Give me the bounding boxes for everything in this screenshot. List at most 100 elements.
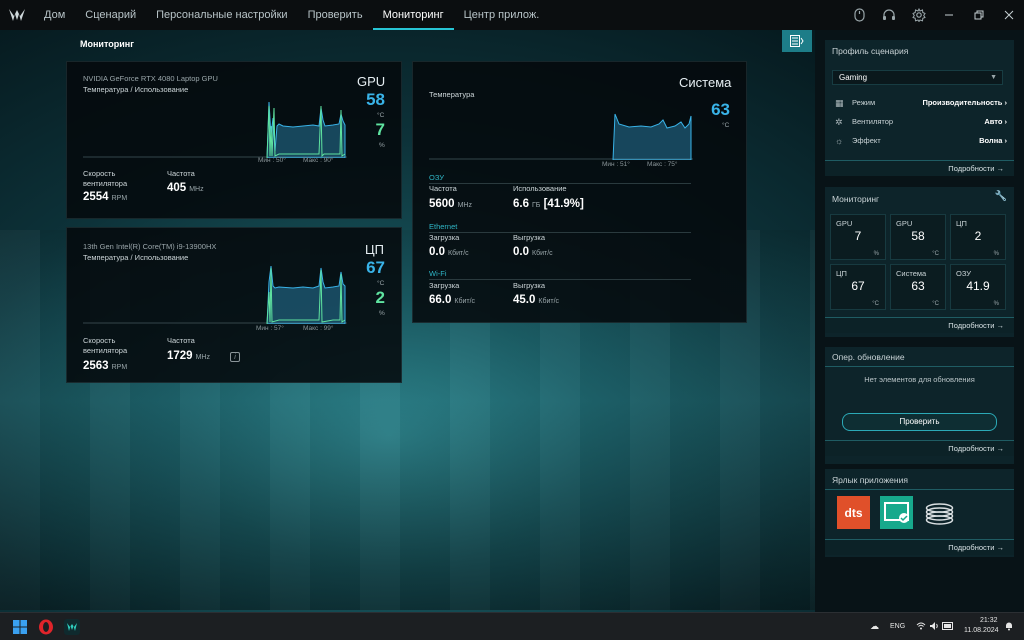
- close-button[interactable]: [994, 0, 1024, 30]
- clock-time[interactable]: 21:32: [980, 617, 998, 624]
- predator-sense-taskbar-icon[interactable]: [64, 619, 80, 635]
- gpu-usage-unit: %: [379, 142, 385, 149]
- cpu-freq-label: Частота: [167, 336, 195, 345]
- mode-value: Производительность ›: [922, 98, 1007, 107]
- system-min-label: Мин : 51°: [602, 161, 630, 168]
- wrench-icon[interactable]: 🔧: [995, 191, 1007, 202]
- system-temp-label: Температура: [429, 90, 475, 99]
- taskbar: ☁ ENG 21:32 11.08.2024: [0, 612, 1024, 640]
- monitoring-details-link[interactable]: Подробности →: [825, 317, 1014, 333]
- profile-row-mode[interactable]: ▦ Режим Производительность ›: [835, 98, 1007, 110]
- wifi-icon[interactable]: [916, 621, 926, 633]
- volume-icon[interactable]: [929, 621, 939, 633]
- cpu-fan-value: 2563 RPM: [83, 360, 128, 372]
- cpu-title: ЦП: [365, 242, 384, 257]
- gpu-freq-label: Частота: [167, 169, 195, 178]
- monitor-app-icon[interactable]: [880, 496, 913, 529]
- gpu-device-name: NVIDIA GeForce RTX 4080 Laptop GPU: [83, 74, 218, 83]
- cpu-fan-label: Скорость вентилятора: [83, 336, 128, 355]
- profile-title: Профиль сценария: [832, 46, 909, 56]
- nav-personal-settings[interactable]: Персональные настройки: [146, 0, 297, 30]
- gpu-temp-value: 58: [366, 90, 385, 109]
- cpu-min-label: Мин : 57°: [256, 325, 284, 332]
- ram-freq-value: 5600 MHz: [429, 198, 472, 210]
- page-title: Мониторинг: [80, 39, 134, 49]
- divider: [429, 279, 691, 280]
- updates-details-link[interactable]: Подробности →: [825, 440, 1014, 456]
- live-update-section: Опер. обновление Нет элементов для обнов…: [825, 347, 1014, 464]
- cpu-card: 13th Gen Intel(R) Core(TM) i9-13900HX Те…: [66, 227, 402, 383]
- profile-details-link[interactable]: Подробности →: [825, 160, 1014, 176]
- profile-select[interactable]: Gaming ▼: [832, 70, 1003, 85]
- live-update-title: Опер. обновление: [832, 352, 905, 362]
- clock-date[interactable]: 11.08.2024: [964, 627, 999, 634]
- eth-upload-label: Выгрузка: [513, 233, 546, 242]
- divider: [825, 366, 1014, 367]
- tile-gpu-usage: GPU 7%: [830, 214, 886, 260]
- windows-start-icon[interactable]: [12, 619, 28, 635]
- gpu-max-label: Макс : 90°: [303, 157, 334, 164]
- headset-icon[interactable]: [874, 0, 904, 30]
- cpu-temp-unit: °C: [377, 280, 385, 287]
- collapse-panel-button[interactable]: [782, 30, 812, 52]
- restore-button[interactable]: [964, 0, 994, 30]
- dts-icon[interactable]: dts: [837, 496, 870, 529]
- eth-download-value: 0.0 Кбит/с: [429, 246, 469, 258]
- gpu-usage-graph: [83, 101, 347, 158]
- cpu-temp-value: 67: [366, 258, 385, 277]
- predator-logo-icon[interactable]: [0, 0, 34, 30]
- mouse-icon[interactable]: [844, 0, 874, 30]
- gpu-title: GPU: [357, 74, 386, 89]
- nav-scenario[interactable]: Сценарий: [75, 0, 146, 30]
- gear-icon[interactable]: [904, 0, 934, 30]
- system-temp-unit: °C: [722, 122, 730, 129]
- cpu-device-name: 13th Gen Intel(R) Core(TM) i9-13900HX: [83, 242, 217, 251]
- wifi-download-label: Загрузка: [429, 281, 460, 290]
- cpu-max-label: Макс : 99°: [303, 325, 334, 332]
- nav-app-center[interactable]: Центр прилож.: [454, 0, 550, 30]
- wifi-upload-label: Выгрузка: [513, 281, 546, 290]
- tile-cpu-temp: ЦП 67 °C: [830, 264, 886, 310]
- app-shortcuts-title: Ярлык приложения: [832, 475, 908, 485]
- notification-icon[interactable]: [1004, 621, 1014, 633]
- top-navigation-bar: Дом Сценарий Персональные настройки Пров…: [0, 0, 1024, 30]
- system-temp-graph: [429, 113, 693, 160]
- cpu-usage-graph: [83, 265, 347, 324]
- battery-icon[interactable]: [942, 622, 954, 632]
- weather-icon[interactable]: ☁: [870, 621, 879, 632]
- info-icon[interactable]: i: [230, 352, 240, 362]
- fan-icon: ✲: [835, 117, 843, 127]
- gpu-temp-unit: °C: [377, 112, 385, 119]
- light-effect-icon: ☼: [835, 136, 844, 146]
- ram-usage-value: 6.6 ГБ [41.9%]: [513, 198, 584, 210]
- check-updates-button[interactable]: Проверить: [842, 413, 997, 431]
- nav-home[interactable]: Дом: [34, 0, 75, 30]
- divider: [825, 489, 1014, 490]
- profile-row-effect[interactable]: ☼ Эффект Волна ›: [835, 136, 1007, 148]
- nav-monitoring[interactable]: Мониторинг: [372, 0, 454, 30]
- ram-section-title: ОЗУ: [429, 173, 445, 182]
- nav-check[interactable]: Проверить: [298, 0, 373, 30]
- opera-browser-icon[interactable]: [38, 619, 54, 635]
- mode-icon: ▦: [835, 98, 844, 108]
- language-indicator[interactable]: ENG: [890, 623, 905, 630]
- eth-download-label: Загрузка: [429, 233, 460, 242]
- dts-logo-text: dts: [844, 505, 863, 520]
- gpu-subtitle: Температура / Использование: [83, 85, 189, 94]
- main-nav: Дом Сценарий Персональные настройки Пров…: [34, 0, 549, 30]
- tile-cpu-usage: ЦП 2%: [950, 214, 1006, 260]
- wifi-download-value: 66.0 Кбит/с: [429, 294, 476, 306]
- shortcuts-details-link[interactable]: Подробности →: [825, 539, 1014, 555]
- ram-freq-label: Частота: [429, 184, 457, 193]
- chevron-down-icon: ▼: [990, 74, 997, 81]
- top-right-icons: [844, 0, 1024, 30]
- cpu-freq-value: 1729 MHz: [167, 350, 210, 362]
- minimize-button[interactable]: [934, 0, 964, 30]
- gpu-fan-value: 2554 RPM: [83, 191, 128, 203]
- profile-row-fan[interactable]: ✲ Вентилятор Авто ›: [835, 117, 1007, 129]
- coil-app-icon[interactable]: [923, 496, 956, 529]
- gpu-fan-label: Скорость вентилятора: [83, 169, 128, 188]
- app-shortcuts-section: Ярлык приложения dts Подробности →: [825, 469, 1014, 557]
- tile-system-temp: Система 63 °C: [890, 264, 946, 310]
- gpu-min-label: Мин : 50°: [258, 157, 286, 164]
